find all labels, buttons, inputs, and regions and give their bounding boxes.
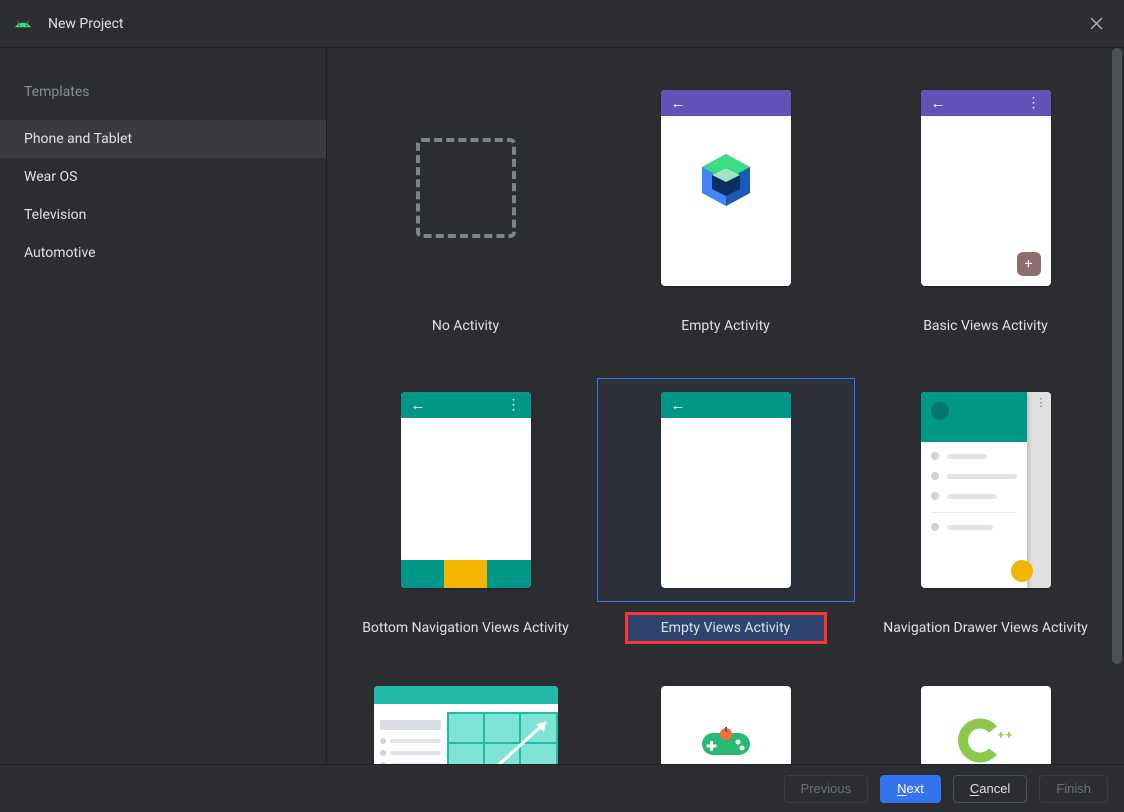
sidebar-item-automotive[interactable]: Automotive — [0, 234, 326, 272]
window-title: New Project — [48, 16, 124, 32]
cpp-logo-icon: + + — [954, 715, 1018, 765]
template-empty-activity[interactable]: ← Empty Activity — [596, 72, 856, 344]
template-label: Basic Views Activity — [860, 312, 1112, 340]
fab-icon — [1011, 560, 1033, 582]
template-no-activity[interactable]: No Activity — [336, 72, 596, 344]
overflow-menu-icon: ⋮ — [1036, 396, 1047, 409]
android-icon — [14, 16, 32, 32]
next-button[interactable]: Next — [880, 775, 941, 803]
back-arrow-icon: ← — [931, 94, 946, 112]
template-game[interactable] — [596, 676, 856, 764]
previous-button: Previous — [784, 775, 869, 803]
thumbnail — [416, 138, 516, 238]
cancel-button[interactable]: Cancel — [953, 775, 1027, 803]
thumbnail: ← — [661, 392, 791, 588]
template-gallery: No Activity ← Empty — [327, 48, 1124, 764]
template-empty-views[interactable]: ← Empty Views Activity — [596, 374, 856, 646]
sidebar-item-television[interactable]: Television — [0, 196, 326, 234]
thumbnail — [374, 686, 558, 764]
expand-arrow-icon — [454, 716, 554, 764]
gamepad-icon — [698, 723, 754, 764]
thumbnail: ← — [661, 90, 791, 286]
thumbnail: ⋮ — [921, 392, 1051, 588]
svg-text:+: + — [1006, 729, 1012, 742]
close-icon[interactable] — [1082, 10, 1110, 38]
bottom-nav-icon — [401, 560, 531, 588]
template-label: Bottom Navigation Views Activity — [340, 614, 592, 642]
overflow-menu-icon: ⋮ — [507, 398, 521, 412]
back-arrow-icon: ← — [411, 396, 426, 414]
back-arrow-icon: ← — [671, 396, 686, 414]
sidebar: Templates Phone and Tablet Wear OS Telev… — [0, 48, 327, 764]
thumbnail: ← ⋮ + — [921, 90, 1051, 286]
template-bottom-nav[interactable]: ←⋮ Bottom Navigation Views Activity — [336, 374, 596, 646]
overflow-menu-icon: ⋮ — [1027, 96, 1041, 110]
thumbnail: + + — [921, 686, 1051, 764]
finish-button: Finish — [1039, 775, 1108, 803]
title-bar: New Project — [0, 0, 1124, 48]
back-arrow-icon: ← — [671, 94, 686, 112]
template-label: No Activity — [340, 312, 592, 340]
template-label: Navigation Drawer Views Activity — [860, 614, 1112, 642]
template-responsive[interactable] — [336, 676, 596, 764]
template-basic-views[interactable]: ← ⋮ + Basic Views Activity — [856, 72, 1116, 344]
template-label: Empty Views Activity — [627, 614, 825, 642]
template-nav-drawer[interactable]: ⋮ Navigation Drawer Views Activity — [856, 374, 1116, 646]
compose-logo-icon — [700, 152, 752, 212]
scrollbar[interactable] — [1112, 48, 1122, 764]
sidebar-heading: Templates — [0, 72, 326, 120]
template-label: Empty Activity — [600, 312, 852, 340]
wizard-footer: Previous Next Cancel Finish — [0, 764, 1124, 812]
sidebar-item-wear-os[interactable]: Wear OS — [0, 158, 326, 196]
svg-text:+: + — [998, 729, 1004, 742]
fab-icon: + — [1017, 252, 1041, 276]
thumbnail: ←⋮ — [401, 392, 531, 588]
sidebar-item-phone-tablet[interactable]: Phone and Tablet — [0, 120, 326, 158]
template-native-cpp[interactable]: + + — [856, 676, 1116, 764]
thumbnail — [661, 686, 791, 764]
